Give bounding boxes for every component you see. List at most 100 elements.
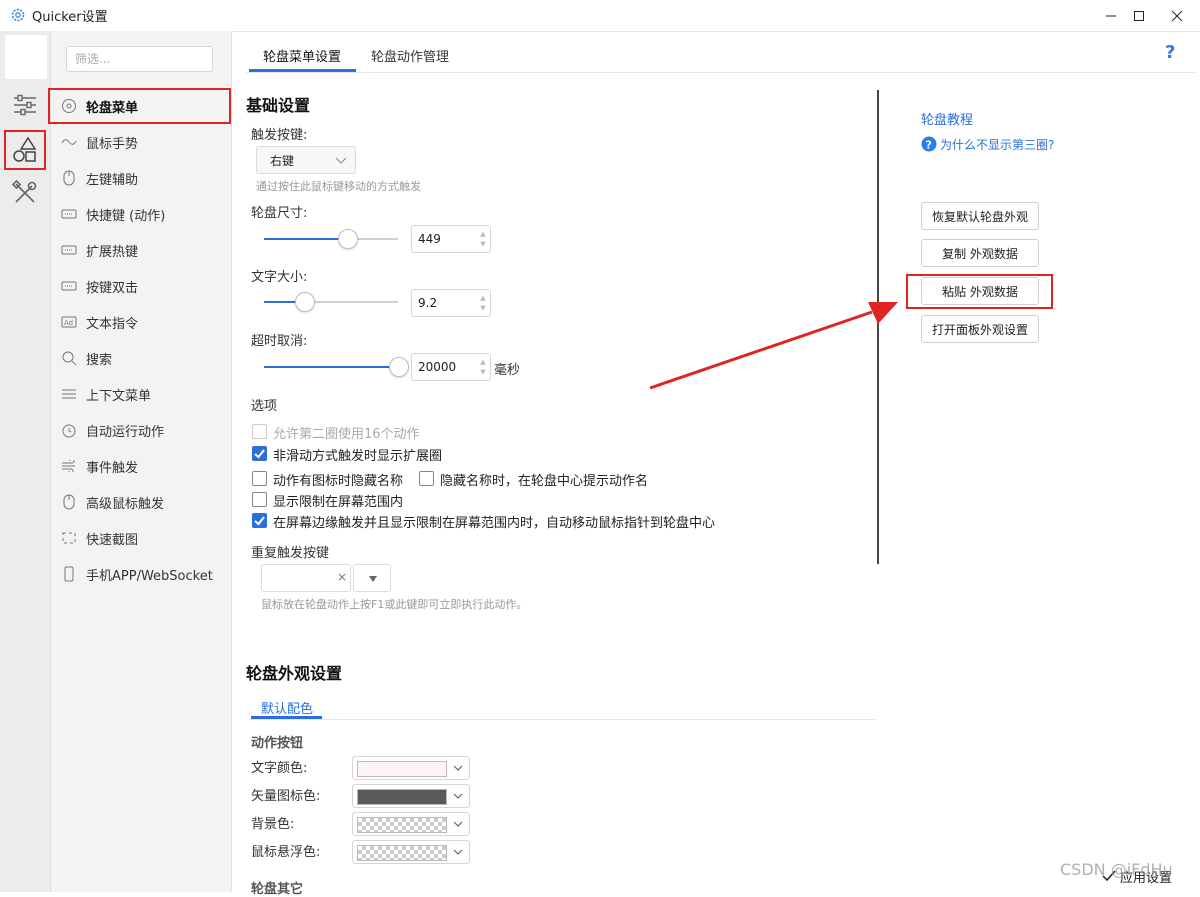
svg-text:Ad: Ad <box>64 319 73 327</box>
tab-default-colors[interactable]: 默认配色 <box>261 698 313 717</box>
timeout-slider[interactable] <box>264 357 409 377</box>
slider-thumb[interactable] <box>295 292 315 312</box>
color-swatch <box>357 761 447 777</box>
color-swatch <box>357 817 447 833</box>
nav-label: 文本指令 <box>86 316 139 332</box>
timeout-number-input[interactable]: 20000 ▲ ▼ <box>411 353 491 381</box>
trigger-key-select[interactable]: 右键 <box>256 146 356 174</box>
icon-rail <box>0 31 51 892</box>
vector-color-label: 矢量图标色: <box>251 789 321 804</box>
spinner-icon[interactable]: ▲ ▼ <box>478 229 488 249</box>
help-icon[interactable]: ? <box>1165 42 1175 63</box>
paste-appearance-button[interactable]: 粘贴 外观数据 <box>921 277 1039 305</box>
tab-wheel-settings[interactable]: 轮盘菜单设置 <box>263 46 341 65</box>
nav-item-mobile-app[interactable]: 手机APP/WebSocket <box>60 558 230 590</box>
nav-item-mouse-gesture[interactable]: 鼠标手势 <box>60 126 230 158</box>
check-icon <box>254 516 265 526</box>
alarm-clock-icon <box>60 421 78 439</box>
avatar <box>5 35 47 79</box>
restore-default-button[interactable]: 恢复默认轮盘外观 <box>921 202 1039 230</box>
nav-label: 轮盘菜单 <box>86 100 139 116</box>
slider-fill <box>264 366 398 368</box>
opt-limit-screen-checkbox[interactable] <box>252 492 267 507</box>
nav-label: 上下文菜单 <box>86 388 152 404</box>
slider-fill <box>264 238 347 240</box>
bg-color-picker[interactable] <box>352 812 470 836</box>
wave-icon <box>60 133 78 151</box>
nav-label: 手机APP/WebSocket <box>86 568 213 584</box>
nav-item-extended-hotkey[interactable]: 扩展热键 <box>60 234 230 266</box>
trigger-label: 触发按键: <box>251 128 308 143</box>
color-swatch <box>357 845 447 861</box>
nav-label: 鼠标手势 <box>86 136 139 152</box>
filter-input[interactable]: 筛选... <box>66 46 213 72</box>
nav-item-double-key[interactable]: 按键双击 <box>60 270 230 302</box>
wheel-tutorial-link[interactable]: 轮盘教程 <box>921 109 973 128</box>
opt-center-hint-label: 隐藏名称时，在轮盘中心提示动作名 <box>440 474 649 489</box>
nav-item-left-button[interactable]: 左键辅助 <box>60 162 230 194</box>
nav-item-hotkey-action[interactable]: 快捷键 (动作) <box>60 198 230 230</box>
size-number-input[interactable]: 449 ▲ ▼ <box>411 225 491 253</box>
nav-item-search[interactable]: 搜索 <box>60 342 230 374</box>
nav-item-context-menu[interactable]: 上下文菜单 <box>60 378 230 410</box>
nav-item-auto-run[interactable]: 自动运行动作 <box>60 414 230 446</box>
repeat-key-input[interactable]: × <box>261 564 351 592</box>
opt-center-hint-checkbox[interactable] <box>419 471 434 486</box>
nav-label: 快捷键 (动作) <box>86 208 166 224</box>
wheel-other-section: 轮盘其它 <box>251 882 304 897</box>
trigger-hint: 通过按住此鼠标键移动的方式触发 <box>256 180 421 193</box>
font-size-slider[interactable] <box>264 292 398 312</box>
nav-item-text-command[interactable]: Ad 文本指令 <box>60 306 230 338</box>
close-button[interactable] <box>1154 0 1200 31</box>
subtab-indicator <box>251 716 322 719</box>
tab-wheel-actions[interactable]: 轮盘动作管理 <box>371 46 449 65</box>
maximize-icon <box>1134 10 1144 21</box>
nav-item-advanced-mouse[interactable]: 高级鼠标触发 <box>60 486 230 518</box>
annotation-arrow <box>649 302 898 390</box>
close-icon <box>1171 10 1183 21</box>
copy-appearance-button[interactable]: 复制 外观数据 <box>921 239 1039 267</box>
shapes-icon[interactable] <box>4 130 46 170</box>
bg-color-label: 背景色: <box>251 817 295 832</box>
subtab-divider <box>249 719 876 720</box>
nav-label: 快速截图 <box>86 532 139 548</box>
spinner-icon[interactable]: ▲ ▼ <box>478 293 488 313</box>
opt-move-pointer-checkbox[interactable] <box>252 513 267 528</box>
size-slider[interactable] <box>264 229 398 249</box>
slider-thumb[interactable] <box>338 229 358 249</box>
sliders-icon[interactable] <box>8 88 42 122</box>
open-panel-appearance-button[interactable]: 打开面板外观设置 <box>921 315 1039 343</box>
title-bar: Quicker设置 <box>0 0 1200 32</box>
nav-item-wheel-menu[interactable]: 轮盘菜单 <box>60 90 230 122</box>
text-color-picker[interactable] <box>352 756 470 780</box>
font-size-number-input[interactable]: 9.2 ▲ ▼ <box>411 289 491 317</box>
spinner-icon[interactable]: ▲ ▼ <box>478 357 488 377</box>
chevron-down-icon <box>453 793 463 799</box>
clear-icon[interactable]: × <box>337 570 347 584</box>
opt-hide-name-checkbox[interactable] <box>252 471 267 486</box>
keyboard-icon <box>60 241 78 259</box>
check-icon <box>254 449 265 459</box>
menu-icon <box>60 385 78 403</box>
trigger-value: 右键 <box>270 154 295 168</box>
target-icon <box>60 97 78 115</box>
question-circle-icon: ? <box>921 136 937 152</box>
crop-icon <box>60 529 78 547</box>
ad-icon: Ad <box>60 313 78 331</box>
tools-icon[interactable] <box>8 176 42 210</box>
section-title-appearance: 轮盘外观设置 <box>246 664 343 683</box>
vector-color-picker[interactable] <box>352 784 470 808</box>
search-icon <box>60 349 78 367</box>
repeat-key-hint: 鼠标放在轮盘动作上按F1或此键即可立即执行此动作。 <box>261 598 528 611</box>
chevron-down-icon <box>453 821 463 827</box>
phone-icon <box>60 565 78 583</box>
why-no-third-ring-link[interactable]: 为什么不显示第三圈? <box>940 136 1054 153</box>
hover-color-picker[interactable] <box>352 840 470 864</box>
options-title: 选项 <box>251 399 278 414</box>
opt-16-actions-checkbox[interactable] <box>252 424 267 439</box>
nav-item-event-trigger[interactable]: 事件触发 <box>60 450 230 482</box>
nav-item-screenshot[interactable]: 快速截图 <box>60 522 230 554</box>
repeat-key-dropdown[interactable] <box>353 564 391 592</box>
slider-thumb[interactable] <box>389 357 409 377</box>
opt-show-extended-checkbox[interactable] <box>252 446 267 461</box>
